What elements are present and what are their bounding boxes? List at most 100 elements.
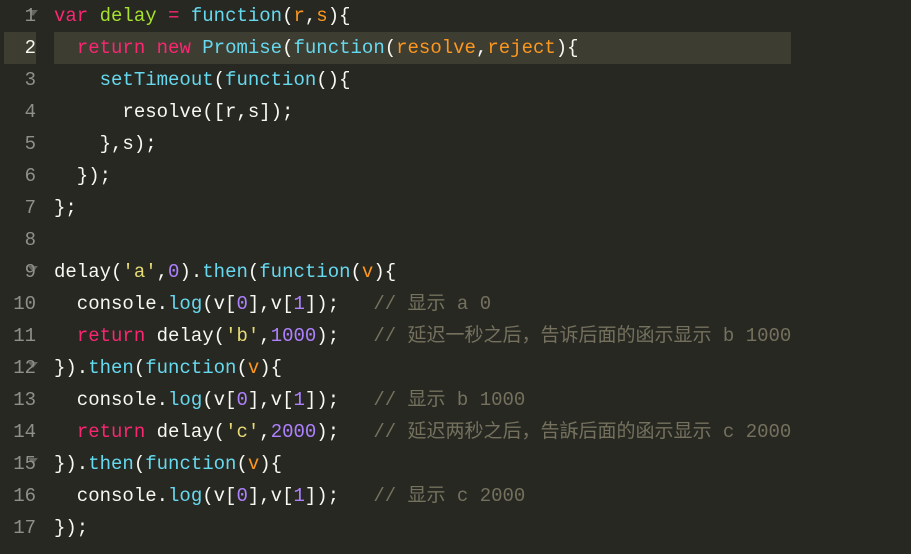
code-line[interactable] xyxy=(54,224,791,256)
code-token: return xyxy=(77,421,145,443)
code-line[interactable]: return delay('b',1000); // 延迟一秒之后，告诉后面的函… xyxy=(54,320,791,352)
code-token: console. xyxy=(54,293,168,315)
code-token: ){ xyxy=(556,37,579,59)
code-token: delay( xyxy=(145,325,225,347)
code-token: 0 xyxy=(236,293,247,315)
code-token: return xyxy=(77,325,145,347)
code-token: }); xyxy=(54,517,88,539)
code-token: ){ xyxy=(259,357,282,379)
code-token: delay( xyxy=(54,261,122,283)
code-token: }). xyxy=(54,357,88,379)
code-token: ],v[ xyxy=(248,293,294,315)
code-token: 'c' xyxy=(225,421,259,443)
code-token: reject xyxy=(487,37,555,59)
code-token: // 延迟一秒之后，告诉后面的函示显示 b 1000 xyxy=(373,325,791,347)
line-number: 2 xyxy=(4,32,36,64)
code-token: return xyxy=(77,37,145,59)
code-token: ){ xyxy=(259,453,282,475)
code-token: (v[ xyxy=(202,293,236,315)
fold-marker-icon[interactable] xyxy=(28,458,38,464)
code-token: ( xyxy=(248,261,259,283)
code-token: ( xyxy=(236,357,247,379)
code-token xyxy=(88,5,99,27)
code-token: ( xyxy=(385,37,396,59)
code-token: delay( xyxy=(145,421,225,443)
line-number: 7 xyxy=(4,192,36,224)
code-token: // 显示 b 1000 xyxy=(373,389,525,411)
code-token xyxy=(179,5,190,27)
fold-marker-icon[interactable] xyxy=(28,10,38,16)
code-token: ( xyxy=(134,453,145,475)
line-number: 11 xyxy=(4,320,36,352)
fold-marker-icon[interactable] xyxy=(28,362,38,368)
code-token: resolve xyxy=(396,37,476,59)
line-number: 14 xyxy=(4,416,36,448)
code-token: function xyxy=(191,5,282,27)
code-token: v xyxy=(362,261,373,283)
code-token: ( xyxy=(236,453,247,475)
code-token: r xyxy=(293,5,304,27)
code-token: ],v[ xyxy=(248,485,294,507)
code-editor[interactable]: 1234567891011121314151617 var delay = fu… xyxy=(0,0,911,554)
code-token: ( xyxy=(282,37,293,59)
code-token xyxy=(54,421,77,443)
line-number: 13 xyxy=(4,384,36,416)
code-token: function xyxy=(225,69,316,91)
code-line[interactable]: setTimeout(function(){ xyxy=(54,64,791,96)
code-token: ){ xyxy=(328,5,351,27)
code-token: s xyxy=(316,5,327,27)
code-line[interactable]: return new Promise(function(resolve,reje… xyxy=(54,32,791,64)
code-line[interactable]: resolve([r,s]); xyxy=(54,96,791,128)
line-number: 6 xyxy=(4,160,36,192)
line-number: 9 xyxy=(4,256,36,288)
code-token xyxy=(54,325,77,347)
code-token: }). xyxy=(54,453,88,475)
code-token: v xyxy=(248,453,259,475)
code-token: log xyxy=(168,485,202,507)
code-token: 0 xyxy=(236,485,247,507)
code-line[interactable]: }); xyxy=(54,160,791,192)
code-line[interactable]: }).then(function(v){ xyxy=(54,448,791,480)
code-token xyxy=(54,37,77,59)
line-number: 8 xyxy=(4,224,36,256)
code-area[interactable]: var delay = function(r,s){ return new Pr… xyxy=(44,0,791,554)
fold-marker-icon[interactable] xyxy=(28,266,38,272)
line-number-gutter: 1234567891011121314151617 xyxy=(0,0,44,554)
code-token: resolve([r,s]); xyxy=(54,101,293,123)
code-token: 'a' xyxy=(122,261,156,283)
code-token: (v[ xyxy=(202,485,236,507)
code-token: , xyxy=(259,421,270,443)
code-token: ]); xyxy=(305,389,373,411)
line-number: 4 xyxy=(4,96,36,128)
code-token: 0 xyxy=(236,389,247,411)
code-line[interactable]: return delay('c',2000); // 延迟两秒之后，告訴后面的函… xyxy=(54,416,791,448)
code-token: ]); xyxy=(305,293,373,315)
code-line[interactable]: delay('a',0).then(function(v){ xyxy=(54,256,791,288)
code-token: function xyxy=(145,453,236,475)
line-number: 10 xyxy=(4,288,36,320)
code-token: setTimeout xyxy=(100,69,214,91)
code-token: v xyxy=(248,357,259,379)
code-token: ); xyxy=(316,325,373,347)
code-token: then xyxy=(88,453,134,475)
code-token: 'b' xyxy=(225,325,259,347)
code-line[interactable]: console.log(v[0],v[1]); // 显示 a 0 xyxy=(54,288,791,320)
code-line[interactable]: }); xyxy=(54,512,791,544)
line-number: 1 xyxy=(4,0,36,32)
code-token: ). xyxy=(179,261,202,283)
code-line[interactable]: }).then(function(v){ xyxy=(54,352,791,384)
code-token: function xyxy=(145,357,236,379)
code-line[interactable]: console.log(v[0],v[1]); // 显示 b 1000 xyxy=(54,384,791,416)
code-token xyxy=(145,37,156,59)
code-line[interactable]: }; xyxy=(54,192,791,224)
code-token xyxy=(157,5,168,27)
code-token: ],v[ xyxy=(248,389,294,411)
code-token: ( xyxy=(214,69,225,91)
code-token: , xyxy=(259,325,270,347)
code-token: (){ xyxy=(316,69,350,91)
code-token: ( xyxy=(351,261,362,283)
code-line[interactable]: console.log(v[0],v[1]); // 显示 c 2000 xyxy=(54,480,791,512)
code-line[interactable]: },s); xyxy=(54,128,791,160)
line-number: 5 xyxy=(4,128,36,160)
code-line[interactable]: var delay = function(r,s){ xyxy=(54,0,791,32)
